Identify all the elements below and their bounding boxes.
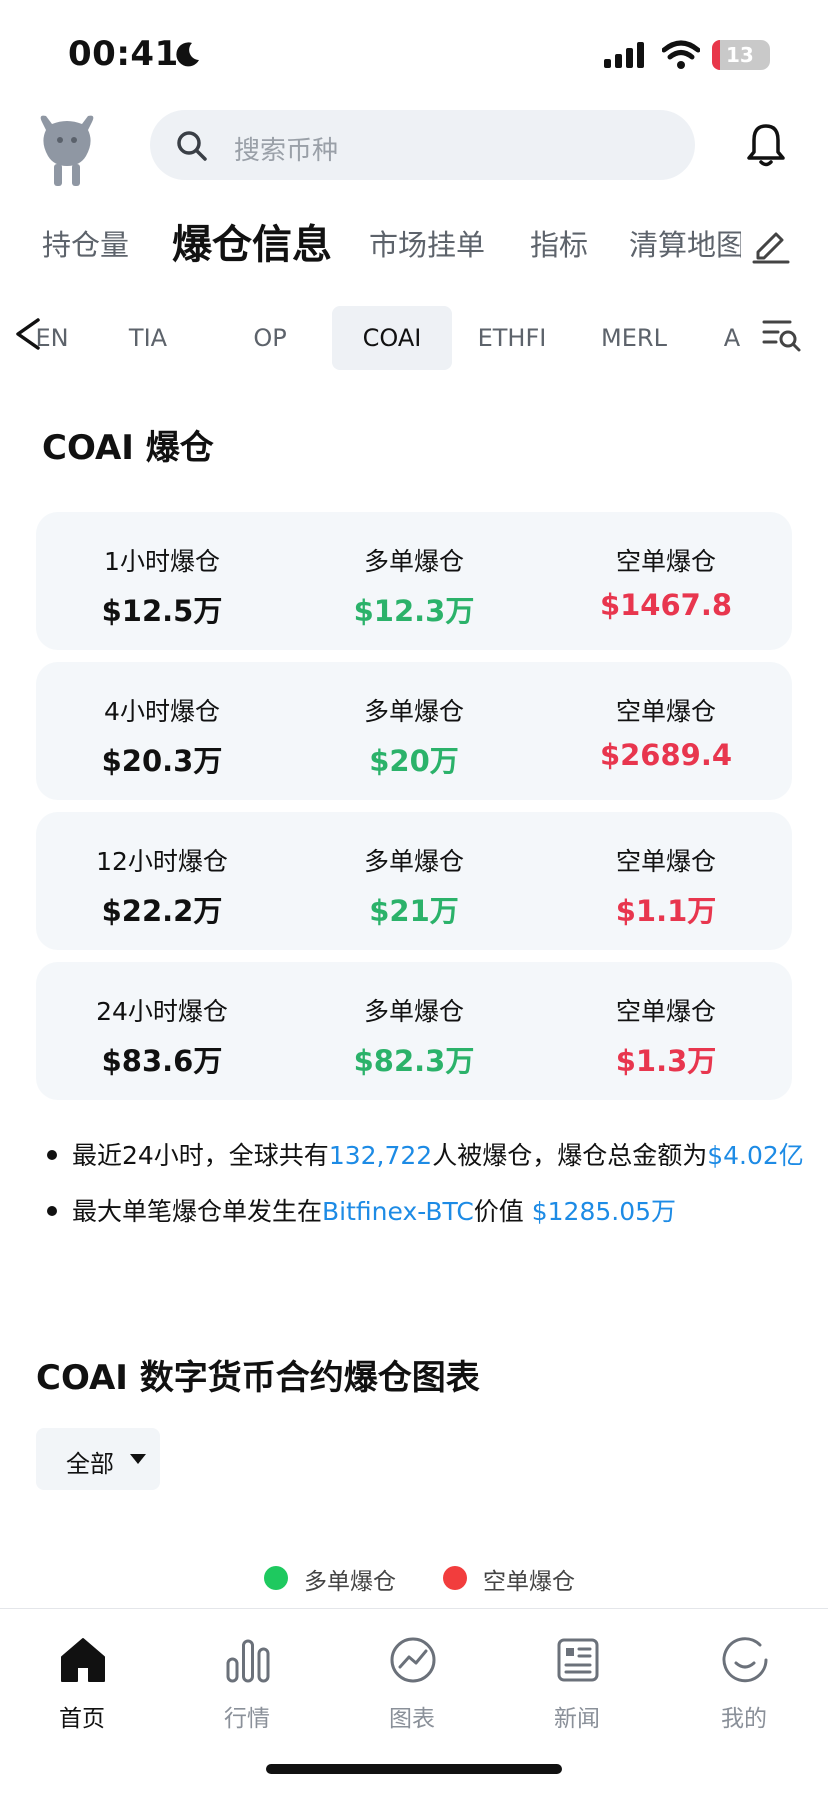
stat-short-value: $1467.8: [599, 588, 733, 622]
bell-icon[interactable]: [746, 122, 786, 168]
filter-dropdown[interactable]: 全部: [36, 1428, 160, 1490]
coin-tab-merl[interactable]: MERL: [574, 306, 694, 370]
stat-period-label: 4小时爆仓: [104, 697, 220, 726]
home-icon: [61, 1638, 105, 1682]
nav-label-profile: 我的: [721, 1706, 767, 1732]
liquidated-total-amount[interactable]: $4.02亿: [707, 1141, 804, 1170]
stat-short-value: $1.1万: [615, 894, 717, 928]
battery-indicator: 13: [712, 40, 770, 70]
stat-short-label: 空单爆仓: [615, 547, 716, 576]
coin-tab-a[interactable]: A: [712, 306, 752, 370]
caret-down-icon: [130, 1454, 146, 1464]
stat-card-24h: 24小时爆仓 $83.6万 多单爆仓 $82.3万 空单爆仓 $1.3万: [36, 962, 792, 1100]
nav-item-profile[interactable]: 我的: [684, 1625, 804, 1735]
stat-period-label: 1小时爆仓: [104, 547, 220, 576]
stat-long-value: $12.3万: [353, 594, 475, 628]
tab-liquidation-map[interactable]: 清算地图: [629, 222, 741, 264]
stat-total-value: $12.5万: [101, 594, 223, 628]
stat-short-value: $1.3万: [615, 1044, 717, 1078]
legend-long-swatch: [264, 1566, 288, 1590]
dropdown-value: 全部: [66, 1450, 114, 1478]
stat-long-label: 多单爆仓: [363, 847, 464, 876]
stat-card-12h: 12小时爆仓 $22.2万 多单爆仓 $21万 空单爆仓 $1.1万: [36, 812, 792, 950]
nav-item-market[interactable]: 行情: [187, 1625, 307, 1735]
wifi-icon: [662, 40, 700, 69]
chart-trend-icon: [390, 1637, 436, 1683]
coin-tab-ethfi[interactable]: ETHFI: [452, 306, 572, 370]
stat-long-label: 多单爆仓: [363, 697, 464, 726]
nav-label-chart: 图表: [389, 1706, 435, 1732]
chevron-left-icon[interactable]: [10, 316, 46, 352]
nav-label-home: 首页: [59, 1706, 105, 1732]
search-placeholder: 搜索币种: [234, 136, 339, 166]
market-bars-icon: [226, 1639, 270, 1683]
moon-icon: [176, 42, 199, 67]
legend-long-label: 多单爆仓: [304, 1569, 396, 1595]
bullet-dot: [47, 1150, 57, 1160]
liquidated-count[interactable]: 132,722: [329, 1141, 432, 1170]
header: 搜索币种: [0, 100, 828, 210]
nav-label-market: 行情: [224, 1706, 270, 1732]
stat-short-value: $2689.4: [599, 738, 733, 772]
stat-short-label: 空单爆仓: [615, 697, 716, 726]
coin-tabs: EN TIA OP COAI ETHFI MERL A: [0, 300, 828, 380]
summary-list: 最近24小时，全球共有132,722人被爆仓，爆仓总金额为$4.02亿 最大单笔…: [42, 1136, 828, 1248]
nav-label-news: 新闻: [554, 1706, 600, 1732]
stat-period-label: 24小时爆仓: [96, 997, 228, 1026]
tab-indicators[interactable]: 指标: [530, 222, 588, 264]
stat-long-label: 多单爆仓: [363, 997, 464, 1026]
section-title: COAI 爆仓: [42, 428, 214, 468]
status-bar: 00:41 13: [0, 0, 828, 100]
stat-card-1h: 1小时爆仓 $12.5万 多单爆仓 $12.3万 空单爆仓 $1467.8: [36, 512, 792, 650]
stat-long-value: $82.3万: [353, 1044, 475, 1078]
battery-level: 13: [726, 43, 754, 67]
legend-short-swatch: [443, 1566, 467, 1590]
tab-liquidation-info[interactable]: 爆仓信息: [172, 212, 332, 270]
legend-short-label: 空单爆仓: [483, 1569, 575, 1595]
nav-item-chart[interactable]: 图表: [352, 1625, 472, 1735]
signal-icon: [604, 42, 644, 68]
stat-long-label: 多单爆仓: [363, 547, 464, 576]
stat-total-value: $20.3万: [101, 744, 223, 778]
profile-icon: [722, 1637, 768, 1683]
largest-exchange-link[interactable]: Bitfinex-BTC: [322, 1197, 474, 1226]
summary-item-largest: 最大单笔爆仓单发生在Bitfinex-BTC价值 $1285.05万: [42, 1192, 828, 1228]
stat-period-label: 12小时爆仓: [96, 847, 228, 876]
search-bar[interactable]: 搜索币种: [150, 110, 695, 180]
list-search-icon[interactable]: [760, 314, 804, 354]
stat-long-value: $20万: [369, 744, 459, 778]
bull-logo-icon[interactable]: [36, 112, 98, 190]
largest-order-amount[interactable]: $1285.05万: [532, 1197, 676, 1226]
coin-tab-coai[interactable]: COAI: [332, 306, 452, 370]
coin-tab-op[interactable]: OP: [210, 306, 330, 370]
bullet-dot: [47, 1206, 57, 1216]
tab-market-orders[interactable]: 市场挂单: [369, 222, 485, 264]
stat-long-value: $21万: [369, 894, 459, 928]
stat-short-label: 空单爆仓: [615, 847, 716, 876]
chart-section-title: COAI 数字货币合约爆仓图表: [36, 1358, 480, 1398]
stat-short-label: 空单爆仓: [615, 997, 716, 1026]
summary-item-24h: 最近24小时，全球共有132,722人被爆仓，爆仓总金额为$4.02亿: [42, 1136, 828, 1172]
top-tabs: 持仓量 爆仓信息 市场挂单 指标 清算地图: [0, 212, 828, 282]
nav-item-home[interactable]: 首页: [22, 1625, 142, 1735]
stat-total-value: $22.2万: [101, 894, 223, 928]
news-icon: [557, 1638, 599, 1682]
edit-icon[interactable]: [750, 224, 790, 264]
tab-open-interest[interactable]: 持仓量: [42, 222, 129, 264]
search-icon: [177, 131, 207, 161]
home-indicator: [266, 1764, 562, 1774]
stat-total-value: $83.6万: [101, 1044, 223, 1078]
stat-card-4h: 4小时爆仓 $20.3万 多单爆仓 $20万 空单爆仓 $2689.4: [36, 662, 792, 800]
status-time: 00:41: [68, 34, 179, 74]
coin-tab-tia[interactable]: TIA: [88, 306, 208, 370]
nav-item-news[interactable]: 新闻: [517, 1625, 637, 1735]
